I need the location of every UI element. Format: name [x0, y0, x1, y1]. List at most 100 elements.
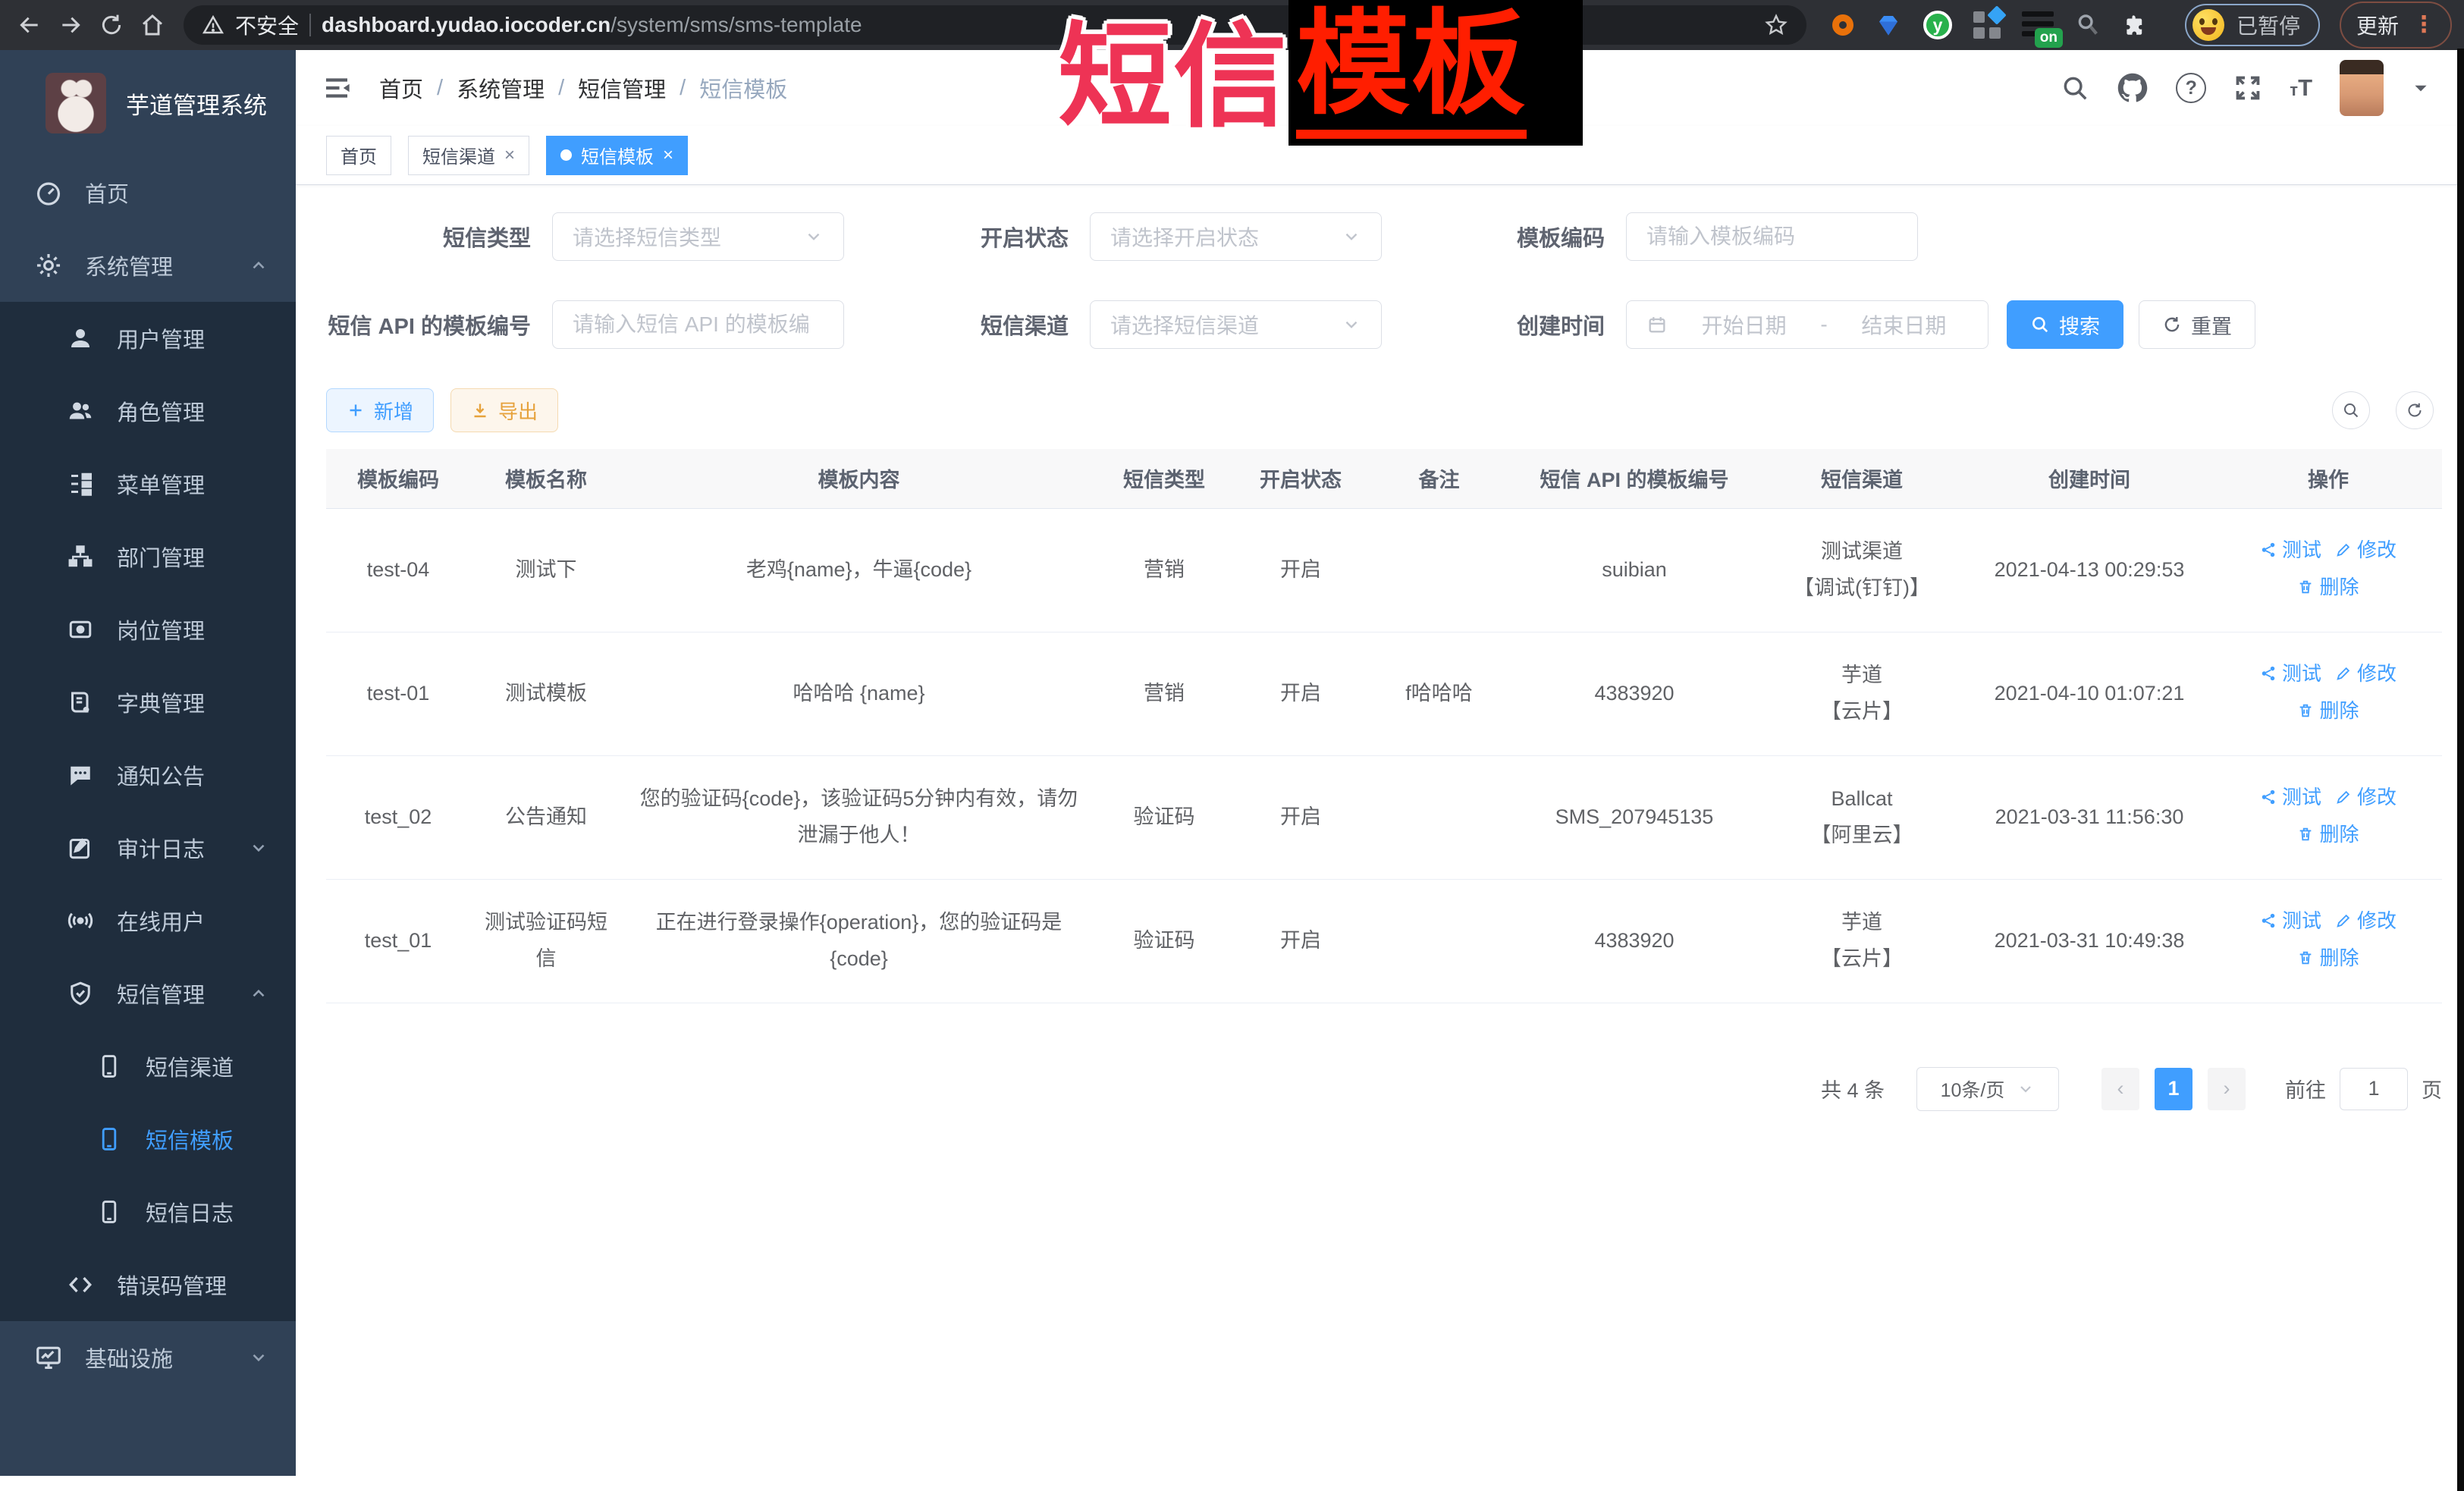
fullscreen-icon[interactable] — [2233, 74, 2262, 102]
add-button[interactable]: 新增 — [326, 388, 434, 432]
delete-link[interactable]: 删除 — [2297, 694, 2359, 729]
grid-extension-icon[interactable] — [1973, 11, 2001, 39]
active-dot — [560, 149, 572, 161]
sidebar-item-online-users[interactable]: 在线用户 — [0, 884, 296, 957]
sidebar-item-sms-template[interactable]: 短信模板 — [0, 1103, 296, 1176]
goto-page-input[interactable] — [2340, 1068, 2408, 1110]
search-toggle-button[interactable] — [2332, 391, 2370, 429]
dictionary-book-icon — [64, 689, 97, 716]
sidebar-item-menus[interactable]: 菜单管理 — [0, 447, 296, 520]
sidebar-item-system[interactable]: 系统管理 — [0, 229, 296, 302]
test-link[interactable]: 测试 — [2260, 657, 2321, 692]
close-icon[interactable]: × — [663, 146, 673, 165]
breadcrumb-system[interactable]: 系统管理 — [457, 72, 545, 104]
list-extension-icon[interactable]: on — [2022, 11, 2054, 39]
edit-link[interactable]: 修改 — [2335, 904, 2397, 939]
delete-link[interactable]: 删除 — [2297, 941, 2359, 976]
reset-button[interactable]: 重置 — [2139, 300, 2255, 349]
delete-link[interactable]: 删除 — [2297, 570, 2359, 605]
main-area: 首页 / 系统管理 / 短信管理 / 短信模板 ? тT 首页 短信渠道× 短信… — [296, 50, 2464, 1491]
breadcrumb-separator: / — [437, 76, 443, 101]
close-icon[interactable]: × — [504, 146, 515, 165]
sidebar-item-sms-channel[interactable]: 短信渠道 — [0, 1030, 296, 1103]
reload-icon[interactable] — [94, 8, 129, 42]
sidebar-item-sms-log[interactable]: 短信日志 — [0, 1176, 296, 1248]
search-icon[interactable] — [2061, 74, 2089, 102]
warning-icon — [202, 14, 224, 36]
chevron-down-icon — [249, 838, 268, 858]
back-icon[interactable] — [12, 8, 47, 42]
edit-log-icon — [64, 834, 97, 862]
sidebar-item-audit-log[interactable]: 审计日志 — [0, 811, 296, 884]
github-icon[interactable] — [2117, 72, 2149, 104]
user-avatar[interactable] — [2340, 60, 2384, 116]
test-link[interactable]: 测试 — [2260, 533, 2321, 568]
sidebar-item-departments[interactable]: 部门管理 — [0, 520, 296, 593]
template-code-input[interactable] — [1626, 212, 1918, 261]
tab-sms-channel[interactable]: 短信渠道× — [408, 136, 529, 175]
chevron-down-icon — [249, 1348, 268, 1367]
current-page-button[interactable]: 1 — [2155, 1068, 2192, 1110]
sidebar-item-dictionary[interactable]: 字典管理 — [0, 666, 296, 739]
sidebar-item-roles[interactable]: 角色管理 — [0, 375, 296, 447]
extensions-row: y on — [1832, 11, 2148, 39]
search-person-extension-icon[interactable] — [2075, 12, 2101, 38]
status-select[interactable]: 请选择开启状态 — [1090, 212, 1382, 261]
tab-home[interactable]: 首页 — [326, 136, 391, 175]
api-template-id-input[interactable] — [552, 300, 844, 349]
channel-select[interactable]: 请选择短信渠道 — [1090, 300, 1382, 349]
chevron-up-icon — [249, 984, 268, 1003]
help-icon[interactable]: ? — [2176, 73, 2206, 103]
sidebar-item-posts[interactable]: 岗位管理 — [0, 593, 296, 666]
test-link[interactable]: 测试 — [2260, 780, 2321, 815]
gear-icon — [32, 251, 65, 280]
refresh-button[interactable] — [2396, 391, 2434, 429]
test-link[interactable]: 测试 — [2260, 904, 2321, 939]
bookmark-star-icon[interactable] — [1764, 13, 1788, 37]
tags-view-bar: 首页 短信渠道× 短信模板× — [296, 126, 2464, 185]
sidebar-item-infrastructure[interactable]: 基础设施 — [0, 1321, 296, 1394]
profile-status: 已暂停 — [2236, 10, 2300, 40]
sidebar-item-error-codes[interactable]: 错误码管理 — [0, 1248, 296, 1321]
delete-link[interactable]: 删除 — [2297, 818, 2359, 852]
sidebar-logo[interactable]: 芋道管理系统 — [0, 50, 296, 156]
hamburger-fold-icon[interactable] — [319, 70, 355, 106]
puzzle-extension-icon[interactable] — [2122, 12, 2148, 38]
breadcrumb-home[interactable]: 首页 — [379, 72, 423, 104]
font-size-icon[interactable]: тT — [2290, 74, 2312, 102]
edit-link[interactable]: 修改 — [2335, 657, 2397, 692]
user-icon — [64, 325, 97, 352]
logo-image — [46, 73, 106, 133]
sidebar-item-notices[interactable]: 通知公告 — [0, 739, 296, 811]
sidebar-item-sms[interactable]: 短信管理 — [0, 957, 296, 1030]
page-size-select[interactable]: 10条/页 — [1916, 1067, 2059, 1111]
donut-extension-icon[interactable] — [1832, 14, 1853, 36]
omnibox-divider — [309, 14, 311, 36]
next-page-button[interactable]: › — [2208, 1068, 2246, 1110]
search-button[interactable]: 搜索 — [2007, 300, 2123, 349]
export-button[interactable]: 导出 — [450, 388, 558, 432]
browser-update-button[interactable]: 更新 ⋮ — [2340, 2, 2452, 49]
create-time-range-picker[interactable]: 开始日期 - 结束日期 — [1626, 300, 1988, 349]
edit-link[interactable]: 修改 — [2335, 533, 2397, 568]
forward-icon[interactable] — [53, 8, 88, 42]
sidebar-item-home[interactable]: 首页 — [0, 156, 296, 229]
sms-type-select[interactable]: 请选择短信类型 — [552, 212, 844, 261]
broadcast-icon — [64, 907, 97, 934]
prev-page-button[interactable]: ‹ — [2101, 1068, 2139, 1110]
edit-link[interactable]: 修改 — [2335, 780, 2397, 815]
calendar-icon — [1646, 314, 1668, 335]
sidebar-item-users[interactable]: 用户管理 — [0, 302, 296, 375]
browser-profile-button[interactable]: 已暂停 — [2185, 4, 2320, 46]
kebab-menu-icon[interactable]: ⋮ — [2412, 16, 2435, 34]
breadcrumb-sms[interactable]: 短信管理 — [578, 72, 666, 104]
chevron-down-icon[interactable] — [2411, 78, 2431, 98]
download-icon — [471, 401, 489, 419]
filter-form: 短信类型 请选择短信类型 开启状态 请选择开启状态 — [326, 212, 2434, 349]
breadcrumb-separator: / — [680, 76, 686, 101]
gem-extension-icon[interactable] — [1875, 11, 1902, 39]
home-icon[interactable] — [135, 8, 170, 42]
y-extension-icon[interactable]: y — [1923, 11, 1952, 39]
address-bar[interactable]: 不安全 dashboard.yudao.iocoder.cn/system/sm… — [184, 5, 1806, 45]
tab-sms-template[interactable]: 短信模板× — [546, 136, 688, 175]
